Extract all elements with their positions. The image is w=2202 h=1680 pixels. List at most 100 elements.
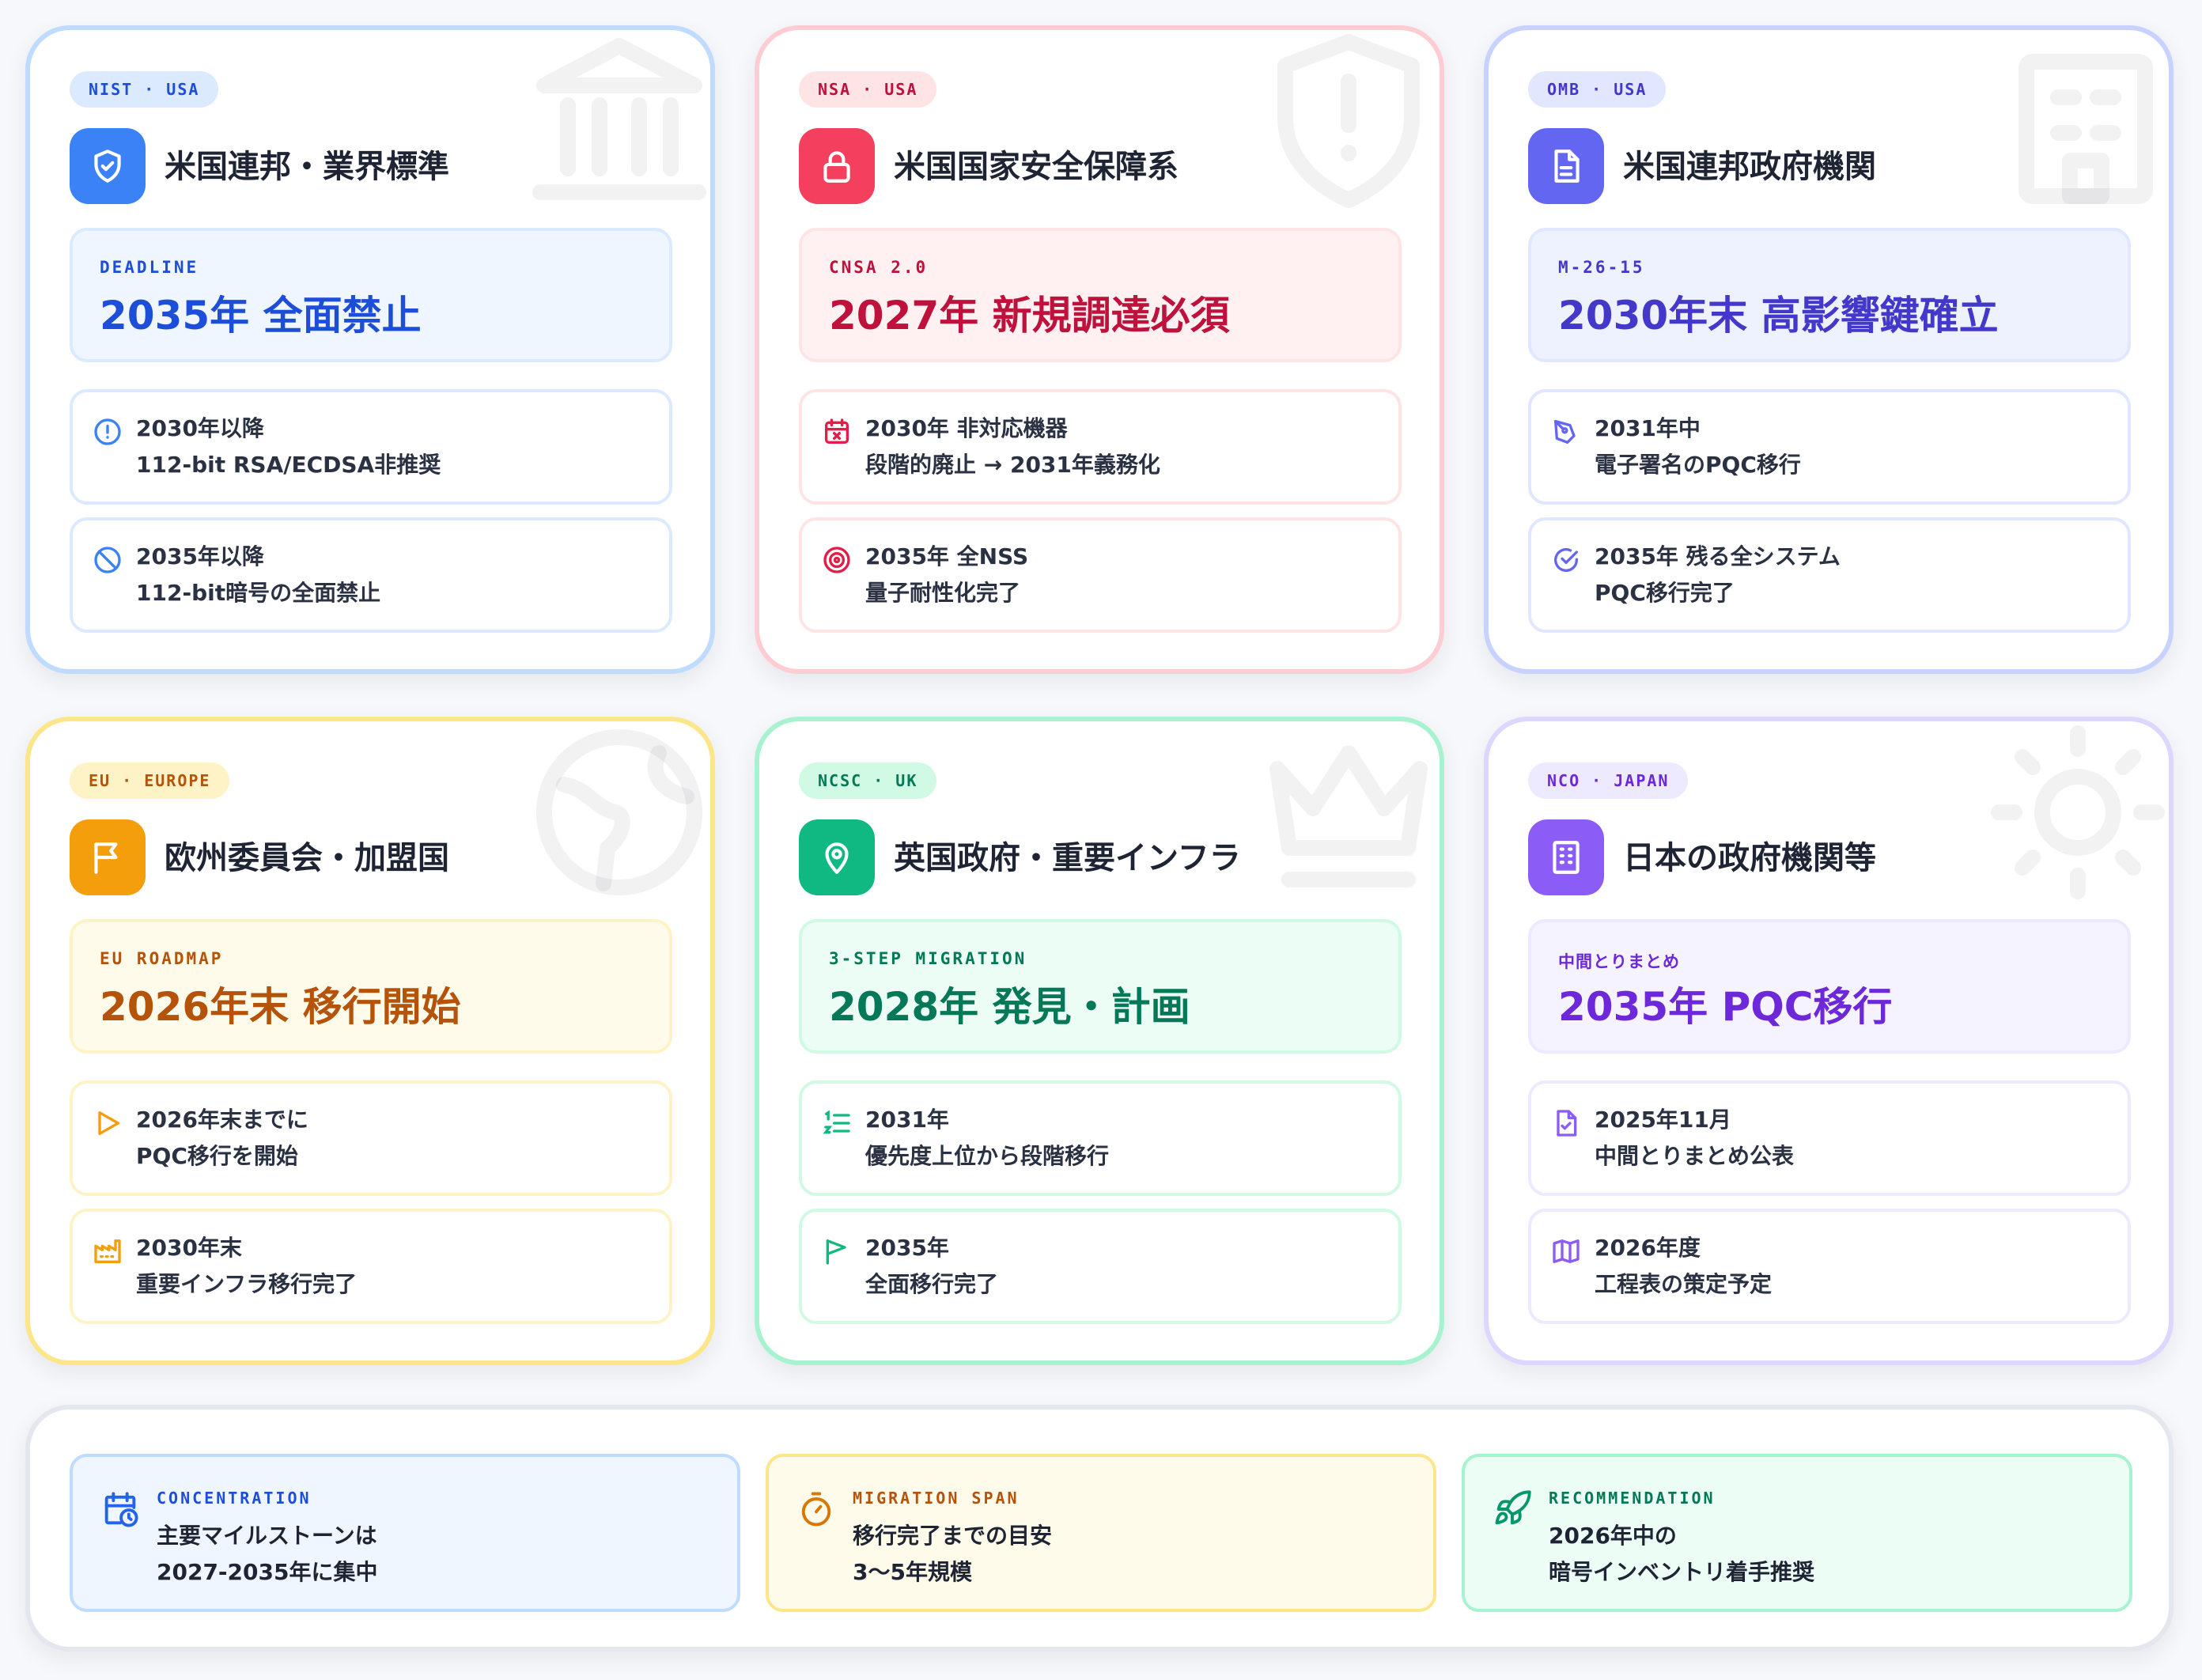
lock-icon xyxy=(799,128,875,204)
milestone-date: 2031年 xyxy=(865,1107,949,1133)
deadline-value: 2028年 発見・計画 xyxy=(829,984,1190,1030)
deadline-value: 2035年 全面禁止 xyxy=(100,293,422,339)
deadline-box: DEADLINE 2035年 全面禁止 xyxy=(70,228,672,362)
deadline-label: DEADLINE xyxy=(100,258,199,277)
card-eu: EU · EUROPE 欧州委員会・加盟国 EU ROADMAP 2026年末 … xyxy=(25,717,715,1365)
deadline-box: 3-STEP MIGRATION 2028年 発見・計画 xyxy=(799,919,1402,1054)
summary-label: CONCENTRATION xyxy=(157,1489,312,1508)
card-nist: NIST · USA 米国連邦・業界標準 DEADLINE 2035年 全面禁止… xyxy=(25,25,715,674)
summary-text: 2026年中の xyxy=(1549,1523,1677,1549)
card-nco: NCO · JAPAN 日本の政府機関等 中間とりまとめ 2035年 PQC移行… xyxy=(1484,717,2174,1365)
milestone-date: 2026年末までに xyxy=(136,1107,308,1133)
card-ncsc: NCSC · UK 英国政府・重要インフラ 3-STEP MIGRATION 2… xyxy=(755,717,1444,1365)
summary-label: MIGRATION SPAN xyxy=(853,1489,1020,1508)
factory-icon xyxy=(92,1235,123,1267)
deadline-label: 中間とりまとめ xyxy=(1558,952,1680,971)
document-icon xyxy=(1528,128,1604,204)
play-icon xyxy=(92,1107,123,1139)
calendar-x-icon xyxy=(821,416,853,448)
milestone-desc: 電子署名のPQC移行 xyxy=(1595,452,1801,478)
milestone-date: 2030年 非対応機器 xyxy=(865,415,1068,441)
milestone-date: 2031年中 xyxy=(1595,415,1701,441)
milestone-item: 2035年 全NSS 量子耐性化完了 xyxy=(799,517,1402,633)
milestone-desc: 重要インフラ移行完了 xyxy=(136,1271,358,1297)
milestone-date: 2035年 全NSS xyxy=(865,543,1029,569)
milestone-date: 2026年度 xyxy=(1595,1235,1701,1261)
ban-icon xyxy=(92,544,123,576)
milestone-item: 2026年末までに PQC移行を開始 xyxy=(70,1080,672,1196)
shield-alert-icon xyxy=(1258,30,1440,212)
summary-recommendation: RECOMMENDATION 2026年中の 暗号インベントリ着手推奨 xyxy=(1462,1454,2132,1612)
card-omb: OMB · USA 米国連邦政府機関 M-26-15 2030年末 高影響鍵確立… xyxy=(1484,25,2174,674)
file-check-icon xyxy=(1550,1107,1582,1139)
card-title: 日本の政府機関等 xyxy=(1623,840,1876,876)
milestone-item: 2026年度 工程表の策定予定 xyxy=(1528,1209,2131,1324)
milestone-desc: 量子耐性化完了 xyxy=(865,580,1021,606)
deadline-label: M-26-15 xyxy=(1558,258,1645,277)
card-title: 米国国家安全保障系 xyxy=(894,149,1179,185)
institution-icon xyxy=(528,30,710,212)
rocket-icon xyxy=(1492,1489,1533,1530)
shield-check-icon xyxy=(70,128,146,204)
deadline-box: M-26-15 2030年末 高影響鍵確立 xyxy=(1528,228,2131,362)
deadline-value: 2027年 新規調達必須 xyxy=(829,293,1230,339)
summary-label: RECOMMENDATION xyxy=(1549,1489,1716,1508)
sun-icon xyxy=(1987,721,2169,903)
milestone-date: 2030年末 xyxy=(136,1235,242,1261)
authority-badge: NCO · JAPAN xyxy=(1528,762,1689,799)
flag-icon xyxy=(821,1235,853,1267)
summary-text: 暗号インベントリ着手推奨 xyxy=(1549,1559,1815,1585)
summary-text: 移行完了までの目安 xyxy=(853,1523,1053,1549)
milestone-item: 2030年 非対応機器 段階的廃止 → 2031年義務化 xyxy=(799,389,1402,505)
summary-text: 2027-2035年に集中 xyxy=(157,1559,378,1585)
milestone-item: 2030年以降 112-bit RSA/ECDSA非推奨 xyxy=(70,389,672,505)
deadline-box: CNSA 2.0 2027年 新規調達必須 xyxy=(799,228,1402,362)
summary-bar: CONCENTRATION 主要マイルストーンは 2027-2035年に集中 M… xyxy=(25,1405,2174,1652)
milestone-item: 2035年 残る全システム PQC移行完了 xyxy=(1528,517,2131,633)
pen-signature-icon xyxy=(1550,416,1582,448)
milestone-item: 2035年 全面移行完了 xyxy=(799,1209,1402,1324)
map-icon xyxy=(1550,1235,1582,1267)
milestone-item: 2025年11月 中間とりまとめ公表 xyxy=(1528,1080,2131,1196)
card-nsa: NSA · USA 米国国家安全保障系 CNSA 2.0 2027年 新規調達必… xyxy=(755,25,1444,674)
target-icon xyxy=(821,544,853,576)
authority-grid: NIST · USA 米国連邦・業界標準 DEADLINE 2035年 全面禁止… xyxy=(25,25,2174,1365)
alert-circle-icon xyxy=(92,416,123,448)
milestone-desc: PQC移行完了 xyxy=(1595,580,1735,606)
milestone-desc: 112-bit暗号の全面禁止 xyxy=(136,580,381,606)
deadline-value: 2026年末 移行開始 xyxy=(100,984,461,1030)
milestone-desc: 全面移行完了 xyxy=(865,1271,999,1297)
map-pin-icon xyxy=(799,819,875,895)
ordered-list-icon xyxy=(821,1107,853,1139)
deadline-label: EU ROADMAP xyxy=(100,949,224,968)
milestone-date: 2035年以降 xyxy=(136,543,264,569)
office-building-icon xyxy=(1987,30,2169,212)
milestone-item: 2031年 優先度上位から段階移行 xyxy=(799,1080,1402,1196)
card-title: 英国政府・重要インフラ xyxy=(894,840,1241,876)
authority-badge: EU · EUROPE xyxy=(70,762,230,799)
deadline-label: CNSA 2.0 xyxy=(829,258,929,277)
milestone-desc: PQC移行を開始 xyxy=(136,1143,298,1169)
milestone-date: 2035年 xyxy=(865,1235,949,1261)
milestone-date: 2030年以降 xyxy=(136,415,264,441)
milestone-desc: 優先度上位から段階移行 xyxy=(865,1143,1110,1169)
authority-badge: NSA · USA xyxy=(799,71,937,108)
crown-icon xyxy=(1258,721,1440,903)
calendar-clock-icon xyxy=(100,1489,141,1530)
milestone-desc: 112-bit RSA/ECDSA非推奨 xyxy=(136,452,441,478)
milestone-item: 2030年末 重要インフラ移行完了 xyxy=(70,1209,672,1324)
deadline-box: 中間とりまとめ 2035年 PQC移行 xyxy=(1528,919,2131,1054)
building-icon xyxy=(1528,819,1604,895)
authority-badge: NCSC · UK xyxy=(799,762,937,799)
deadline-box: EU ROADMAP 2026年末 移行開始 xyxy=(70,919,672,1054)
summary-text: 主要マイルストーンは xyxy=(157,1523,377,1549)
summary-text: 3〜5年規模 xyxy=(853,1559,972,1585)
milestone-date: 2035年 残る全システム xyxy=(1595,543,1841,569)
flag-icon xyxy=(70,819,146,895)
authority-badge: NIST · USA xyxy=(70,71,219,108)
summary-concentration: CONCENTRATION 主要マイルストーンは 2027-2035年に集中 xyxy=(70,1454,740,1612)
authority-badge: OMB · USA xyxy=(1528,71,1667,108)
summary-migration-span: MIGRATION SPAN 移行完了までの目安 3〜5年規模 xyxy=(766,1454,1436,1612)
deadline-value: 2035年 PQC移行 xyxy=(1558,984,1893,1030)
deadline-value: 2030年末 高影響鍵確立 xyxy=(1558,293,1999,339)
